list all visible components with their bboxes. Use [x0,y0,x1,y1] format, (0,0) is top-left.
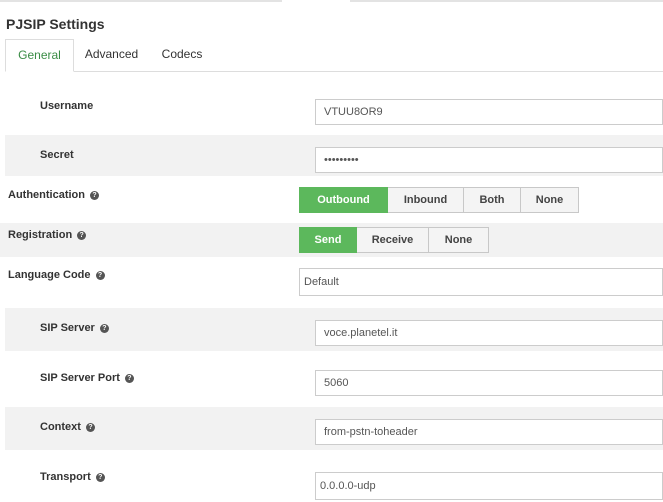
authentication-label-text: Authentication [8,189,85,201]
transport-row: Transport? 0.0.0.0-udp [5,457,663,502]
registration-none-button[interactable]: None [429,227,489,253]
transport-select[interactable]: 0.0.0.0-udp [315,472,663,500]
sip-server-input[interactable]: voce.planetel.it [315,320,663,346]
authentication-both-button[interactable]: Both [464,187,521,213]
username-label: Username [40,100,94,112]
username-row: Username VTUU8OR9 [5,86,663,128]
transport-label: Transport? [40,471,105,483]
authentication-inbound-button[interactable]: Inbound [388,187,464,213]
context-label: Context? [40,421,95,433]
sip-server-port-row: SIP Server Port? 5060 [5,358,663,401]
top-divider [0,0,663,2]
tab-general[interactable]: General [5,39,74,72]
context-label-text: Context [40,421,81,433]
authentication-none-button[interactable]: None [521,187,579,213]
secret-input[interactable]: ••••••••• [315,147,663,173]
secret-label: Secret [40,149,74,161]
help-icon[interactable]: ? [95,473,105,482]
sip-server-label: SIP Server? [40,322,109,334]
registration-label: Registration? [8,229,87,241]
context-row: Context? from-pstn-toheader [5,407,663,450]
language-code-row: Language Code? Default [0,262,663,302]
registration-send-button[interactable]: Send [299,227,357,253]
registration-toggle-group: Send Receive None [299,227,489,253]
language-code-select[interactable]: Default [299,268,663,296]
page-title: PJSIP Settings [6,16,105,32]
sip-server-row: SIP Server? voce.planetel.it [5,308,663,351]
registration-label-text: Registration [8,229,73,241]
authentication-row: Authentication? Outbound Inbound Both No… [0,182,663,216]
top-divider-right [350,0,663,2]
help-icon[interactable]: ? [77,231,87,240]
top-divider-left [0,0,282,2]
tab-advanced[interactable]: Advanced [75,39,148,70]
tab-bar: General Advanced Codecs [5,39,663,72]
tab-codecs[interactable]: Codecs [152,39,212,70]
authentication-outbound-button[interactable]: Outbound [299,187,388,213]
language-code-label: Language Code? [8,269,105,281]
help-icon[interactable]: ? [85,423,95,432]
sip-server-label-text: SIP Server [40,322,95,334]
authentication-label: Authentication? [8,189,99,201]
help-icon[interactable]: ? [95,271,105,280]
authentication-toggle-group: Outbound Inbound Both None [299,187,579,213]
help-icon[interactable]: ? [124,374,134,383]
sip-server-port-input[interactable]: 5060 [315,370,663,396]
sip-server-port-label: SIP Server Port? [40,372,134,384]
username-input[interactable]: VTUU8OR9 [315,99,663,125]
context-input[interactable]: from-pstn-toheader [315,419,663,445]
help-icon[interactable]: ? [90,191,99,200]
language-code-label-text: Language Code [8,269,91,281]
transport-label-text: Transport [40,471,91,483]
help-icon[interactable]: ? [99,324,109,333]
sip-server-port-label-text: SIP Server Port [40,372,120,384]
secret-row: Secret ••••••••• [5,135,663,176]
registration-receive-button[interactable]: Receive [357,227,429,253]
registration-row: Registration? Send Receive None [0,223,663,257]
